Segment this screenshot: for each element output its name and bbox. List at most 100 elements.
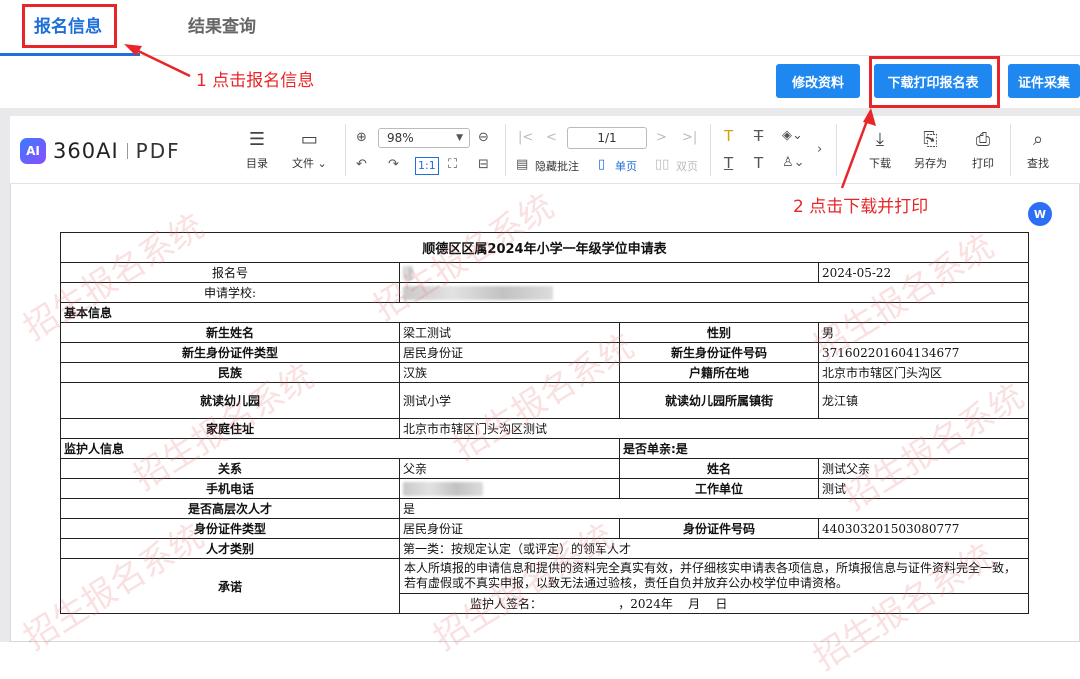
double-page-label[interactable]: 双页 [676,158,698,174]
text-underline-icon[interactable]: T [724,155,733,171]
text-tool-icon[interactable]: T [754,155,763,171]
word-convert-icon[interactable]: W [1028,202,1052,226]
gender-label: 性别 [619,322,819,343]
logo-pdf: PDF [135,139,181,163]
fit-width-icon[interactable]: ⊟ [478,157,489,173]
kinder-value: 测试小学 [399,382,620,419]
reg-no-label: 报名号 [60,262,400,283]
ethnic-label: 民族 [60,362,400,383]
guardian-id-type-value: 居民身份证 [399,518,620,539]
kinder-town-value: 龙江镇 [818,382,1029,419]
guardian-name-value: 测试父亲 [818,458,1029,479]
guardian-id-type-label: 身份证件类型 [60,518,400,539]
download-button[interactable]: ⤓ 下载 [869,130,891,171]
rotate-right-icon[interactable]: ↷ [388,157,399,173]
save-as-label: 另存为 [914,157,947,170]
save-icon: ⎘ [923,129,938,150]
pledge-text: 本人所填报的申请信息和提供的资料完全真实有效，并仔细核实申请表各项信息，所填报信… [399,558,1029,594]
print-label: 打印 [972,157,994,170]
ethnic-value: 汉族 [399,362,620,383]
address-label: 家庭住址 [60,418,400,439]
page-number-input[interactable]: 1/1 [567,127,647,149]
printer-icon: ⎙ [975,129,991,150]
school-label: 申请学校: [60,282,400,303]
list-icon: ☰ [248,129,266,150]
id-no-value: 371602201604134677 [818,342,1029,363]
address-value: 北京市市辖区门头沟区测试 [399,418,1029,439]
name-value: 梁工测试 [399,322,620,343]
id-no-label: 新生身份证件号码 [619,342,819,363]
first-page-icon[interactable]: |< [518,130,533,146]
file-menu-button[interactable]: ▭ 文件 ⌄ [292,130,327,171]
work-value: 测试 [818,478,1029,499]
modify-info-button[interactable]: 修改资料 [776,64,860,98]
download-icon: ⤓ [876,129,884,150]
find-button[interactable]: ⌕ 查找 [1027,130,1049,171]
name-label: 新生姓名 [60,322,400,343]
stamp-icon[interactable]: ♙⌄ [782,155,805,171]
phone-value [399,478,620,499]
active-tab-underline [0,53,140,56]
school-value [399,282,1029,303]
reg-date: 2024-05-22 [818,262,1029,283]
hide-annotation-icon[interactable]: ▤ [516,157,528,173]
file-label: 文件 [292,157,314,170]
last-page-icon[interactable]: >| [682,130,697,146]
download-label: 下载 [869,157,891,170]
next-page-icon[interactable]: > [656,130,667,146]
relation-value: 父亲 [399,458,620,479]
talent-value: 是 [399,498,1029,519]
toolbar-divider [505,124,506,176]
toc-button[interactable]: ☰ 目录 [246,130,268,171]
hukou-label: 户籍所在地 [619,362,819,383]
certificate-capture-button[interactable]: 证件采集 [1008,64,1080,98]
prev-page-icon[interactable]: < [546,130,557,146]
ai-logo-icon: AI [20,138,46,164]
strikethrough-icon[interactable]: T [754,128,763,144]
double-page-icon[interactable]: ▯▯ [655,157,669,173]
fill-color-icon[interactable]: ◈⌄ [782,128,803,144]
logo-separator [126,143,128,159]
save-as-button[interactable]: ⎘ 另存为 [914,130,947,171]
single-page-label[interactable]: 单页 [615,158,637,174]
zoom-value: 98% [387,131,414,145]
zoom-select[interactable]: 98% ▼ [378,128,470,148]
actual-size-icon[interactable]: 1:1 [415,157,439,175]
rotate-left-icon[interactable]: ↶ [356,157,367,173]
guardian-id-no-value: 440303201503080777 [818,518,1029,539]
kinder-town-label: 就读幼儿园所属镇街 [619,382,819,419]
gender-value: 男 [818,322,1029,343]
form-title: 顺德区区属2024年小学一年级学位申请表 [60,232,1029,263]
toolbar-divider [710,124,711,176]
hide-annotation-label[interactable]: 隐藏批注 [535,158,579,174]
folder-icon: ▭ [300,129,318,150]
reg-no-value [399,262,819,283]
work-label: 工作单位 [619,478,819,499]
single-page-icon[interactable]: ▯ [598,157,605,173]
search-icon: ⌕ [1032,129,1044,150]
highlight-box-download [869,56,1000,108]
talent-label: 是否高层次人才 [60,498,400,519]
relation-label: 关系 [60,458,400,479]
guardian-id-no-label: 身份证件号码 [619,518,819,539]
zoom-out-icon[interactable]: ⊖ [478,130,489,146]
phone-label: 手机电话 [60,478,400,499]
toc-label: 目录 [246,157,268,170]
basic-info-section: 基本信息 [60,302,1029,323]
print-button[interactable]: ⎙ 打印 [972,130,994,171]
zoom-in-icon[interactable]: ⊕ [356,130,367,146]
text-highlight-icon[interactable]: T [724,128,733,144]
chevron-right-icon[interactable]: › [817,142,822,158]
tab-result-query[interactable]: 结果查询 [188,12,256,37]
guardian-name-label: 姓名 [619,458,819,479]
id-type-label: 新生身份证件类型 [60,342,400,363]
guardian-section: 监护人信息 [60,438,620,459]
toolbar-divider [836,124,837,176]
kinder-label: 就读幼儿园 [60,382,400,419]
fit-page-icon[interactable]: ⛶ [448,157,457,173]
chevron-down-icon: ▼ [456,133,463,143]
single-parent: 是否单亲:是 [619,438,1029,459]
application-form: 顺德区区属2024年小学一年级学位申请表 报名号 2024-05-22 申请学校… [60,232,1029,614]
guardian-signature: 监护人签名： ，2024年 月 日 [399,593,1029,614]
toolbar-divider [1010,124,1011,176]
